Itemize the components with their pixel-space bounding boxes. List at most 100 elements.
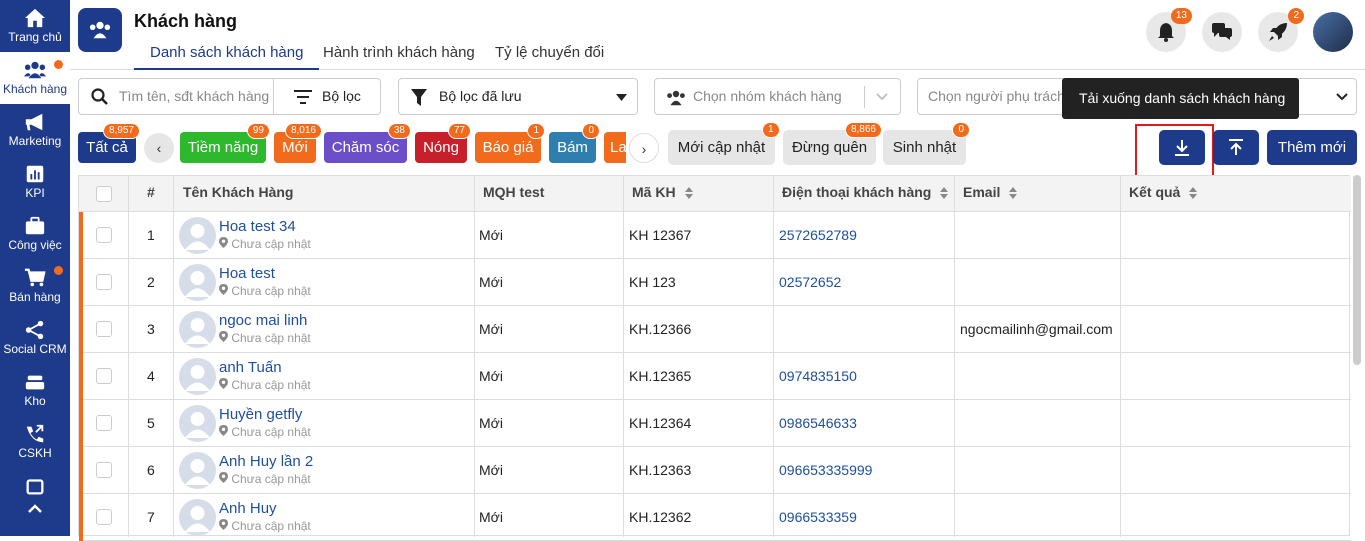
table-row[interactable]: 6 Anh Huy lần 2 Chưa cập nhật Mới KH.12363 0… xyxy=(79,447,1351,494)
chip-label: Nóng xyxy=(423,139,459,156)
tab-customer-list[interactable]: Danh sách khách hàng xyxy=(134,44,320,70)
row-checkbox[interactable] xyxy=(96,462,112,478)
add-new-button[interactable]: Thêm mới xyxy=(1267,130,1357,165)
column-header-code[interactable]: Mã KH xyxy=(624,176,694,212)
column-header-code-label: Mã KH xyxy=(632,184,676,200)
customer-code: KH 12367 xyxy=(629,227,692,243)
bell-icon xyxy=(1158,23,1174,42)
home-icon xyxy=(25,8,45,28)
chips-scroll-left-button[interactable]: ‹ xyxy=(144,133,174,163)
chip-care[interactable]: Chăm sóc 38 xyxy=(324,123,411,163)
filter-button[interactable]: Bộ lọc xyxy=(273,78,381,115)
sidebar-item-marketing[interactable]: Marketing xyxy=(0,104,70,156)
phone-link[interactable]: 096653335999 xyxy=(779,447,872,494)
upload-button[interactable] xyxy=(1213,130,1259,165)
chip-truncated[interactable]: La xyxy=(604,132,626,163)
phone-link[interactable]: 2572652789 xyxy=(779,212,857,259)
table-row[interactable]: 4 anh Tuấn Chưa cập nhật Mới KH.12365 097483… xyxy=(79,353,1351,400)
column-header-phone[interactable]: Điện thoại khách hàng xyxy=(774,176,949,212)
chips-scroll-right-button[interactable]: › xyxy=(629,133,659,163)
chip-follow[interactable]: Bám 0 xyxy=(549,123,600,163)
quick-filter-count-badge: 0 xyxy=(952,122,970,138)
sidebar-collapse-button[interactable] xyxy=(0,496,70,526)
sidebar-item-customers[interactable]: Khách hàng xyxy=(0,52,70,104)
messages-button[interactable] xyxy=(1202,12,1242,52)
quick-launch-button[interactable]: 2 xyxy=(1258,8,1304,52)
mqh-value: Mới xyxy=(479,368,503,384)
customer-code: KH.12366 xyxy=(629,321,692,337)
customer-address: Chưa cập nhật xyxy=(219,472,311,486)
table-row[interactable]: 2 Hoa test Chưa cập nhật Mới KH 123 02572652 xyxy=(79,259,1351,306)
column-header-email[interactable]: Email xyxy=(955,176,1018,212)
app-icon xyxy=(78,8,122,52)
tab-customer-journey[interactable]: Hành trình khách hàng xyxy=(323,44,475,70)
chip-new[interactable]: Mới 8,016 xyxy=(274,123,322,163)
customer-name-link[interactable]: Hoa test xyxy=(219,265,275,283)
quick-filter-dont-forget[interactable]: Đừng quên 8,866 xyxy=(783,122,882,165)
column-header-result[interactable]: Kết quả xyxy=(1121,176,1198,212)
customer-name-link[interactable]: Anh Huy xyxy=(219,500,277,518)
mqh-value: Mới xyxy=(479,509,503,525)
row-checkbox[interactable] xyxy=(96,227,112,243)
quick-filter-recently-updated[interactable]: Mới cập nhật 1 xyxy=(668,122,780,165)
row-checkbox[interactable] xyxy=(96,415,112,431)
customer-group-select[interactable]: Chọn nhóm khách hàng xyxy=(654,78,901,115)
customer-code: KH.12364 xyxy=(629,415,692,431)
search-input[interactable]: Tìm tên, sđt khách hàng xyxy=(119,88,269,104)
row-checkbox[interactable] xyxy=(96,368,112,384)
sidebar-item-home[interactable]: Trang chủ xyxy=(0,0,70,52)
customer-name-link[interactable]: Hoa test 34 xyxy=(219,218,296,236)
share-icon xyxy=(25,320,44,340)
chevron-up-icon xyxy=(28,504,42,513)
table-scrollbar[interactable] xyxy=(1353,175,1361,365)
sort-icon xyxy=(940,187,949,200)
saved-filter-select[interactable]: Bộ lọc đã lưu xyxy=(398,78,638,115)
table-row[interactable]: 5 Huyền getfly Chưa cập nhật Mới KH.12364 09… xyxy=(79,400,1351,447)
sidebar-item-kpi[interactable]: KPI xyxy=(0,156,70,208)
row-status-bar xyxy=(79,447,83,494)
chip-hot[interactable]: Nóng 77 xyxy=(415,123,471,163)
customer-name-link[interactable]: anh Tuấn xyxy=(219,359,282,377)
customer-avatar xyxy=(179,311,216,348)
customer-address: Chưa cập nhật xyxy=(219,378,311,392)
row-checkbox[interactable] xyxy=(96,274,112,290)
table-row[interactable]: 7 Anh Huy Chưa cập nhật Mới KH.12362 0966533… xyxy=(79,494,1351,541)
customer-name-link[interactable]: ngoc mai linh xyxy=(219,312,307,330)
row-checkbox[interactable] xyxy=(96,509,112,525)
customer-group-placeholder: Chọn nhóm khách hàng xyxy=(693,88,842,104)
sidebar-item-social-crm[interactable]: Social CRM xyxy=(0,312,70,364)
chip-potential[interactable]: Tiềm năng 99 xyxy=(180,123,270,163)
select-all-checkbox[interactable] xyxy=(96,186,112,202)
table-row[interactable]: 3 ngoc mai linh Chưa cập nhật Mới KH.12366 n… xyxy=(79,306,1351,353)
customer-address: Chưa cập nhật xyxy=(219,331,311,345)
customer-avatar xyxy=(179,358,216,395)
phone-link[interactable]: 0986546633 xyxy=(779,400,857,447)
chip-label: Chăm sóc xyxy=(331,139,400,156)
tab-conversion-rate[interactable]: Tỷ lệ chuyển đổi xyxy=(495,44,604,70)
sidebar-item-sales[interactable]: Bán hàng xyxy=(0,260,70,312)
sidebar-item-tasks[interactable]: Công việc xyxy=(0,208,70,260)
row-checkbox[interactable] xyxy=(96,321,112,337)
notifications-button[interactable]: 13 xyxy=(1146,8,1192,52)
warehouse-icon xyxy=(25,375,45,390)
user-avatar[interactable] xyxy=(1313,12,1353,52)
chip-label: Tất cả xyxy=(86,139,128,156)
customer-name-link[interactable]: Anh Huy lần 2 xyxy=(219,453,313,471)
sidebar-item-customer-care[interactable]: CSKH xyxy=(0,416,70,468)
phone-icon xyxy=(26,424,44,443)
download-button[interactable] xyxy=(1159,130,1205,165)
phone-link[interactable]: 02572652 xyxy=(779,259,841,306)
table-row[interactable]: 1 Hoa test 34 Chưa cập nhật Mới KH 12367 257… xyxy=(79,212,1351,259)
chip-all[interactable]: Tất cả 8,957 xyxy=(78,123,140,163)
customers-icon xyxy=(89,21,111,39)
customer-address: Chưa cập nhật xyxy=(219,519,311,533)
quick-filter-birthday[interactable]: Sinh nhật 0 xyxy=(883,122,970,165)
sidebar-item-warehouse[interactable]: Kho xyxy=(0,364,70,416)
customer-name-link[interactable]: Huyền getfly xyxy=(219,406,302,424)
phone-link[interactable]: 0966533359 xyxy=(779,494,857,541)
column-header-phone-label: Điện thoại khách hàng xyxy=(782,184,932,200)
phone-link[interactable]: 0974835150 xyxy=(779,353,857,400)
chip-quote[interactable]: Báo giá 1 xyxy=(475,123,545,163)
search-box[interactable]: Tìm tên, sđt khách hàng xyxy=(78,78,274,115)
upload-icon xyxy=(1229,139,1243,155)
